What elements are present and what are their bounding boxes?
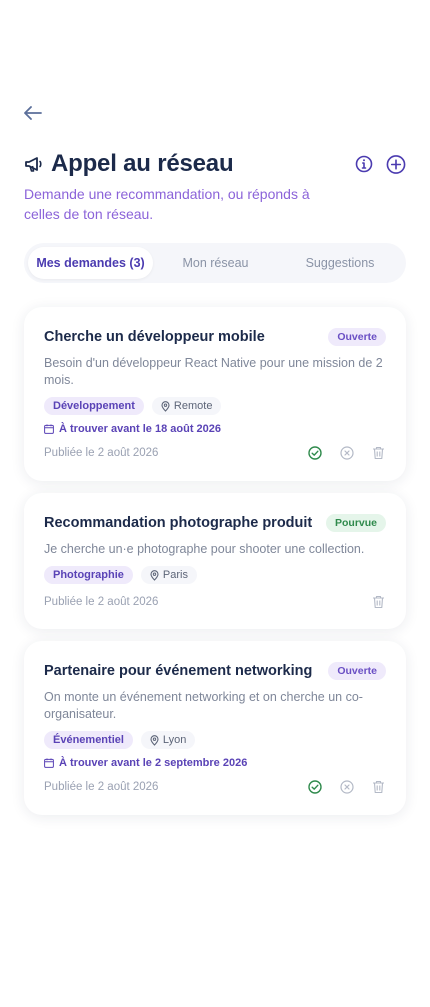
deadline: À trouver avant le 2 septembre 2026 (44, 757, 386, 769)
category-tag: Développement (44, 397, 144, 415)
request-card[interactable]: Partenaire pour événement networking Ouv… (24, 641, 406, 815)
request-title: Partenaire pour événement networking (44, 663, 313, 679)
status-badge: Pourvue (325, 514, 386, 532)
location-label: Paris (162, 569, 188, 581)
status-badge: Ouverte (328, 328, 386, 346)
deadline: À trouver avant le 18 août 2026 (44, 423, 386, 435)
page-header: Appel au réseau Demande une recommandati… (24, 148, 408, 224)
page-title: Appel au réseau (51, 150, 234, 177)
mark-filled-button[interactable] (307, 445, 322, 460)
request-description: On monte un événement networking et on c… (44, 690, 363, 721)
deadline-label: À trouver avant le 18 août 2026 (59, 423, 222, 435)
trash-icon (373, 595, 384, 608)
close-request-button[interactable] (339, 779, 354, 794)
close-request-button[interactable] (339, 445, 354, 460)
plus-circle-icon (386, 154, 406, 174)
info-circle-icon (355, 155, 373, 173)
mark-filled-button[interactable] (307, 779, 322, 794)
location-tag: Remote (151, 397, 222, 415)
location-tag: Lyon (140, 731, 196, 749)
request-card[interactable]: Recommandation photographe produit Pourv… (24, 493, 406, 629)
calendar-icon (44, 424, 54, 434)
page-subtitle: Demande une recommandation, ou réponds à… (24, 186, 310, 222)
status-badge: Ouverte (328, 662, 386, 680)
location-tag: Paris (140, 566, 197, 584)
map-pin-icon (161, 400, 170, 412)
tab-mon-reseau[interactable]: Mon réseau (153, 247, 278, 279)
map-pin-icon (150, 734, 159, 746)
delete-button[interactable] (371, 594, 386, 609)
category-tag: Photographie (44, 566, 133, 584)
tab-bar: Mes demandes (3) Mon réseau Suggestions (24, 243, 406, 283)
request-title: Recommandation photographe produit (44, 515, 313, 531)
map-pin-icon (150, 569, 159, 581)
location-label: Remote (173, 400, 213, 412)
request-card[interactable]: Cherche un développeur mobile Ouverte Be… (24, 307, 406, 481)
check-circle-icon (307, 779, 322, 794)
tab-suggestions[interactable]: Suggestions (278, 247, 402, 279)
arrow-left-icon (24, 106, 42, 120)
delete-button[interactable] (371, 445, 386, 460)
delete-button[interactable] (371, 779, 386, 794)
trash-icon (373, 446, 384, 459)
location-label: Lyon (162, 734, 187, 746)
request-description: Je cherche un·e photographe pour shooter… (44, 542, 365, 556)
info-button[interactable] (354, 154, 374, 174)
published-date: Publiée le 2 août 2026 (44, 595, 159, 608)
tab-mes-demandes[interactable]: Mes demandes (3) (28, 247, 153, 279)
calendar-icon (44, 758, 54, 768)
request-title: Cherche un développeur mobile (44, 329, 265, 345)
megaphone-icon (24, 153, 46, 175)
check-circle-icon (307, 445, 322, 460)
published-date: Publiée le 2 août 2026 (44, 780, 159, 793)
x-circle-icon (339, 779, 354, 794)
category-tag: Événementiel (44, 731, 133, 749)
deadline-label: À trouver avant le 2 septembre 2026 (59, 757, 248, 769)
published-date: Publiée le 2 août 2026 (44, 446, 159, 459)
back-button[interactable] (22, 102, 44, 124)
trash-icon (373, 780, 384, 793)
request-description: Besoin d'un développeur React Native pou… (44, 356, 383, 387)
add-request-button[interactable] (386, 154, 406, 174)
x-circle-icon (339, 445, 354, 460)
